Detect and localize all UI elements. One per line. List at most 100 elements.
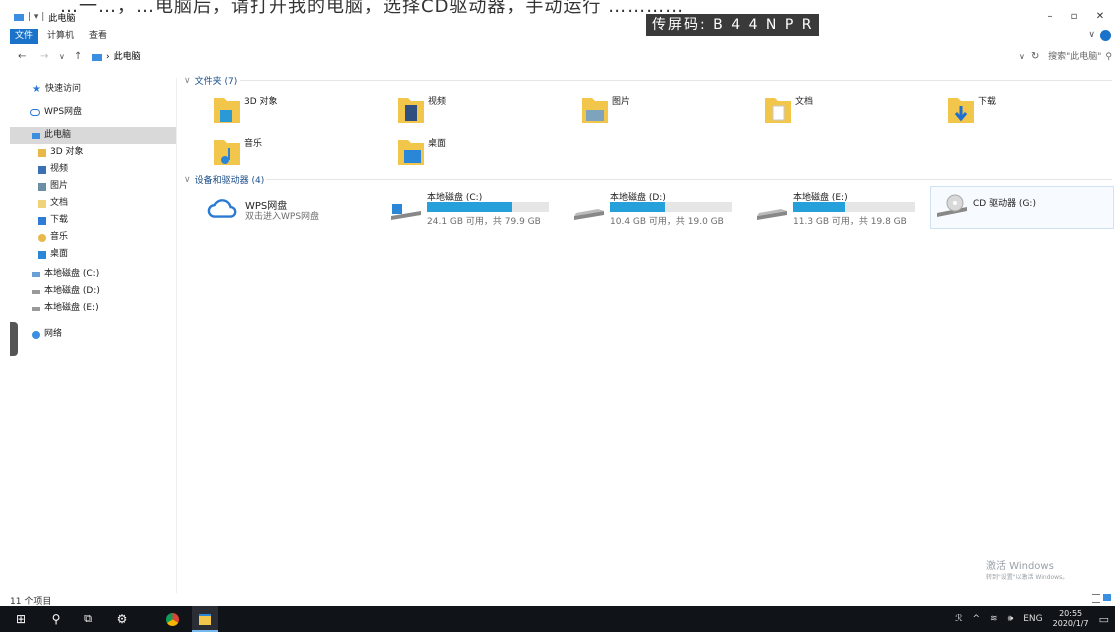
ribbon-expand-icon[interactable]: ∨ [1088, 30, 1095, 40]
cd-drive-g[interactable]: CD 驱动器 (G:) [930, 186, 1114, 229]
people-icon[interactable]: ℛ [955, 614, 962, 624]
chevron-down-icon: ∨ [184, 174, 191, 185]
tab-view[interactable]: 查看 [84, 29, 112, 44]
titlebar-left: | ▾ | 此电脑 [14, 10, 75, 24]
download-icon [38, 216, 46, 225]
document-icon [38, 199, 46, 208]
help-icon[interactable] [1100, 30, 1111, 41]
video-folder-icon [398, 98, 424, 123]
details-view-icon[interactable] [1092, 594, 1100, 603]
sidebar-item-videos[interactable]: 视频 [38, 162, 68, 177]
maximize-button[interactable]: ▫ [1062, 10, 1086, 24]
folder-pictures[interactable]: 图片 [580, 94, 730, 134]
section-divider [240, 80, 1112, 81]
cd-drive-icon [937, 194, 967, 217]
usage-fill [427, 202, 513, 212]
start-icon[interactable]: ⊞ [8, 606, 34, 632]
network-icon [32, 330, 40, 339]
sidebar-item-3d-objects[interactable]: 3D 对象 [38, 145, 84, 160]
section-devices-header[interactable]: ∨ 设备和驱动器 (4) [184, 173, 264, 187]
section-folders-header[interactable]: ∨ 文件夹 (7) [184, 74, 237, 88]
refresh-icon[interactable]: ↻ [1031, 50, 1039, 64]
breadcrumb[interactable]: › 此电脑 [92, 50, 141, 64]
file-explorer-icon[interactable] [192, 606, 218, 632]
tab-computer[interactable]: 计算机 [42, 29, 79, 44]
drive-e[interactable]: 本地磁盘 (E:) 11.3 GB 可用，共 19.8 GB [755, 190, 930, 230]
search-icon[interactable]: ⚲ [1105, 50, 1112, 64]
search-icon[interactable]: ⚲ [44, 606, 68, 632]
sidebar-item-disk-c[interactable]: 本地磁盘 (C:) [32, 267, 99, 282]
up-icon[interactable]: ↑ [74, 50, 82, 64]
picture-icon [38, 182, 46, 191]
back-icon[interactable]: ← [18, 50, 26, 64]
cloud-icon [30, 109, 40, 116]
disk-icon [757, 209, 787, 220]
folder-3d-objects[interactable]: 3D 对象 [212, 94, 362, 134]
side-panel-handle[interactable] [10, 322, 18, 356]
large-icons-view-icon[interactable] [1103, 594, 1111, 601]
address-dropdown-icon[interactable]: ∨ [1019, 50, 1025, 64]
disk-icon [574, 209, 604, 220]
input-language[interactable]: ENG [1023, 614, 1042, 624]
drive-e-usage-bar [793, 202, 915, 212]
quick-access-toolbar-icon[interactable]: | ▾ | [28, 12, 44, 22]
taskbar: ⊞ ⚲ ⧉ ⚙ ℛ ^ ≋ 🕪 ENG 20:55 2020/1/7 ▭ [0, 606, 1115, 632]
folder-downloads[interactable]: 下载 [946, 94, 1096, 134]
breadcrumb-this-pc[interactable]: 此电脑 [114, 50, 141, 64]
document-folder-icon [765, 98, 791, 123]
search-input[interactable]: 搜索"此电脑" [1048, 50, 1101, 64]
address-bar: ← → ∨ ↑ › 此电脑 ∨ ↻ 搜索"此电脑" ⚲ [0, 50, 1115, 64]
sidebar-item-network[interactable]: 网络 [32, 327, 62, 342]
view-buttons [1092, 594, 1111, 603]
sidebar-item-pictures[interactable]: 图片 [38, 179, 68, 194]
disk-icon [32, 289, 40, 294]
folder-documents[interactable]: 文档 [763, 94, 913, 134]
drive-c[interactable]: 本地磁盘 (C:) 24.1 GB 可用，共 79.9 GB [389, 190, 564, 230]
computer-icon [32, 132, 40, 139]
forward-icon[interactable]: → [40, 50, 48, 64]
window-title: 此电脑 [48, 13, 76, 24]
sidebar-item-wps-cloud[interactable]: WPS网盘 [30, 105, 82, 120]
wifi-icon[interactable]: ≋ [990, 614, 998, 624]
3d-objects-folder-icon [214, 98, 240, 123]
minimize-button[interactable]: – [1038, 10, 1062, 24]
sidebar-item-disk-d[interactable]: 本地磁盘 (D:) [32, 284, 100, 299]
recent-dropdown-icon[interactable]: ∨ [59, 50, 65, 64]
folder-videos[interactable]: 视频 [396, 94, 546, 134]
clock[interactable]: 20:55 2020/1/7 [1053, 609, 1089, 629]
settings-gear-icon[interactable]: ⚙ [110, 606, 134, 632]
drive-d[interactable]: 本地磁盘 (D:) 10.4 GB 可用，共 19.0 GB [572, 190, 747, 230]
folder-music[interactable]: 音乐 [212, 136, 362, 176]
star-icon: ★ [32, 84, 41, 95]
sidebar-item-desktop[interactable]: 桌面 [38, 247, 68, 262]
sidebar-item-music[interactable]: 音乐 [38, 230, 68, 245]
sidebar-item-this-pc[interactable]: 此电脑 [32, 128, 71, 143]
this-pc-icon [14, 13, 24, 21]
video-icon [38, 165, 46, 174]
ribbon-tabs: 文件 计算机 查看 [0, 29, 1115, 45]
sidebar-item-quick-access[interactable]: ★ 快速访问 [32, 82, 81, 97]
notifications-icon[interactable]: ▭ [1099, 613, 1109, 626]
desktop-icon [38, 250, 46, 259]
system-tray: ℛ ^ ≋ 🕪 ENG 20:55 2020/1/7 ▭ [955, 606, 1109, 632]
sidebar-item-documents[interactable]: 文档 [38, 196, 68, 211]
music-icon [38, 233, 46, 242]
usage-fill [793, 202, 846, 212]
tab-file[interactable]: 文件 [10, 29, 39, 44]
chevron-down-icon: ∨ [184, 75, 191, 86]
sidebar-item-disk-e[interactable]: 本地磁盘 (E:) [32, 301, 99, 316]
show-hidden-icons-icon[interactable]: ^ [972, 614, 980, 624]
task-view-icon[interactable]: ⧉ [76, 606, 100, 632]
drive-c-usage-bar [427, 202, 549, 212]
sidebar-item-downloads[interactable]: 下载 [38, 213, 68, 228]
volume-icon[interactable]: 🕪 [1008, 614, 1014, 624]
music-folder-icon [214, 140, 240, 165]
search-box[interactable]: 搜索"此电脑" ⚲ [1048, 50, 1112, 64]
download-folder-icon [948, 98, 974, 123]
folder-desktop[interactable]: 桌面 [396, 136, 546, 176]
picture-folder-icon [582, 98, 608, 123]
chrome-icon[interactable] [160, 606, 184, 632]
close-button[interactable]: ✕ [1088, 10, 1112, 24]
section-divider [266, 179, 1112, 180]
wps-cloud-drive[interactable]: WPS网盘 双击进入WPS网盘 [207, 195, 382, 235]
